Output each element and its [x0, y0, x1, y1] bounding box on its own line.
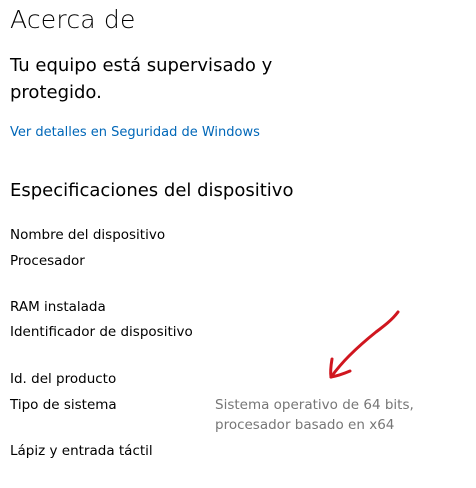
- arrow-shaft: [329, 310, 400, 379]
- system-type-value-line1: Sistema operativo de 64 bits,: [215, 397, 414, 413]
- device-id-label: Identificador de dispositivo: [10, 324, 193, 340]
- device-name-label: Nombre del dispositivo: [10, 227, 166, 243]
- page-title: Acerca de: [10, 5, 136, 34]
- product-id-label: Id. del producto: [10, 371, 117, 387]
- processor-label: Procesador: [10, 253, 85, 269]
- device-specs-heading: Especificaciones del dispositivo: [10, 180, 294, 201]
- pen-touch-label: Lápiz y entrada táctil: [10, 443, 153, 459]
- security-details-link[interactable]: Ver detalles en Seguridad de Windows: [10, 124, 260, 142]
- protection-status-text: Tu equipo está supervisado y protegido.: [10, 55, 273, 103]
- system-type-value-line2: procesador basado en x64: [215, 417, 395, 433]
- system-type-label: Tipo de sistema: [10, 397, 117, 413]
- arrow-head-left: [329, 357, 334, 379]
- arrow-head-right: [329, 369, 352, 379]
- ram-label: RAM instalada: [10, 299, 106, 315]
